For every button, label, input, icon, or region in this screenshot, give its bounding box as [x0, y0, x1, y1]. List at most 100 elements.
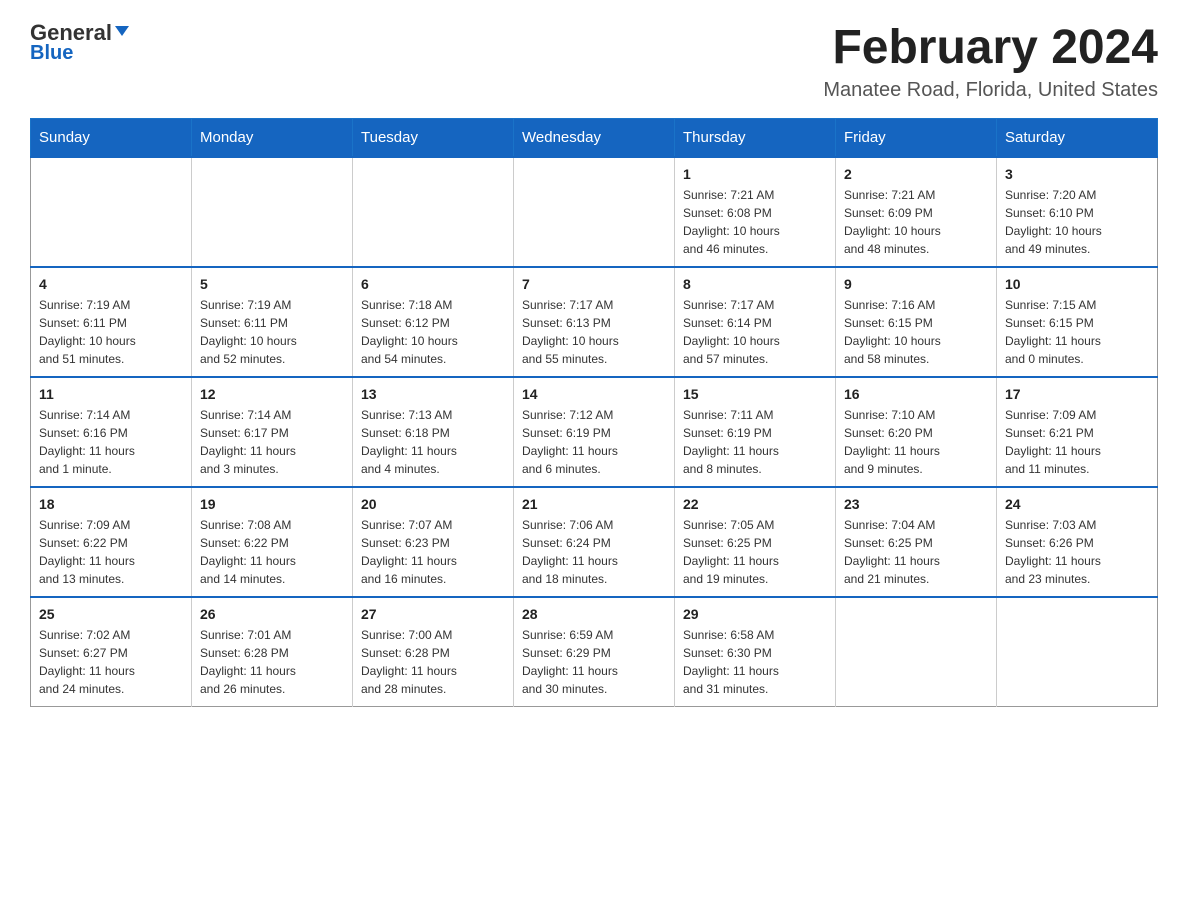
day-number: 17 [1005, 386, 1149, 402]
day-number: 22 [683, 496, 827, 512]
day-of-week-header: Sunday [31, 119, 192, 158]
calendar-cell [31, 157, 192, 267]
day-number: 12 [200, 386, 344, 402]
day-number: 4 [39, 276, 183, 292]
calendar-cell: 7Sunrise: 7:17 AM Sunset: 6:13 PM Daylig… [514, 267, 675, 377]
day-info: Sunrise: 7:02 AM Sunset: 6:27 PM Dayligh… [39, 626, 183, 698]
day-number: 2 [844, 166, 988, 182]
day-info: Sunrise: 7:06 AM Sunset: 6:24 PM Dayligh… [522, 516, 666, 588]
day-info: Sunrise: 7:13 AM Sunset: 6:18 PM Dayligh… [361, 406, 505, 478]
day-info: Sunrise: 7:07 AM Sunset: 6:23 PM Dayligh… [361, 516, 505, 588]
day-info: Sunrise: 7:10 AM Sunset: 6:20 PM Dayligh… [844, 406, 988, 478]
day-info: Sunrise: 7:05 AM Sunset: 6:25 PM Dayligh… [683, 516, 827, 588]
calendar-week-row: 4 Sunrise: 7:19 AM Sunset: 6:11 PM Daylig… [31, 267, 1158, 377]
day-of-week-header: Friday [836, 119, 997, 158]
day-number: 28 [522, 606, 666, 622]
calendar-cell: 23 Sunrise: 7:04 AM Sunset: 6:25 PM Dayli… [836, 487, 997, 597]
day-info: Sunrise: 7:17 AM Sunset: 6:13 PM Dayligh… [522, 296, 666, 368]
calendar-cell: 5 Sunrise: 7:19 AM Sunset: 6:11 PM Daylig… [192, 267, 353, 377]
calendar-cell: 26 Sunrise: 7:01 AM Sunset: 6:28 PM Dayli… [192, 597, 353, 707]
day-of-week-header: Wednesday [514, 119, 675, 158]
calendar-cell: 22 Sunrise: 7:05 AM Sunset: 6:25 PM Dayli… [675, 487, 836, 597]
day-number: 29 [683, 606, 827, 622]
calendar-cell: 21 Sunrise: 7:06 AM Sunset: 6:24 PM Dayli… [514, 487, 675, 597]
day-info: Sunrise: 7:03 AM Sunset: 6:26 PM Dayligh… [1005, 516, 1149, 588]
calendar-cell: 11 Sunrise: 7:14 AM Sunset: 6:16 PM Dayli… [31, 377, 192, 487]
calendar-cell: 17 Sunrise: 7:09 AM Sunset: 6:21 PM Dayli… [997, 377, 1158, 487]
day-info: Sunrise: 7:16 AM Sunset: 6:15 PM Dayligh… [844, 296, 988, 368]
calendar-cell [997, 597, 1158, 707]
day-number: 18 [39, 496, 183, 512]
day-number: 26 [200, 606, 344, 622]
day-number: 9 [844, 276, 988, 292]
day-info: Sunrise: 7:21 AM Sunset: 6:09 PM Dayligh… [844, 186, 988, 258]
day-info: Sunrise: 7:04 AM Sunset: 6:25 PM Dayligh… [844, 516, 988, 588]
calendar-cell: 15 Sunrise: 7:11 AM Sunset: 6:19 PM Dayli… [675, 377, 836, 487]
calendar-cell: 8Sunrise: 7:17 AM Sunset: 6:14 PM Daylig… [675, 267, 836, 377]
day-number: 11 [39, 386, 183, 402]
day-number: 8 [683, 276, 827, 292]
day-number: 19 [200, 496, 344, 512]
day-info: Sunrise: 7:18 AM Sunset: 6:12 PM Dayligh… [361, 296, 505, 368]
calendar-week-row: 18 Sunrise: 7:09 AM Sunset: 6:22 PM Dayli… [31, 487, 1158, 597]
day-of-week-header: Tuesday [353, 119, 514, 158]
day-number: 20 [361, 496, 505, 512]
title-area: February 2024 Manatee Road, Florida, Uni… [823, 20, 1158, 102]
day-number: 24 [1005, 496, 1149, 512]
calendar-cell: 6 Sunrise: 7:18 AM Sunset: 6:12 PM Daylig… [353, 267, 514, 377]
day-info: Sunrise: 7:14 AM Sunset: 6:16 PM Dayligh… [39, 406, 183, 478]
day-info: Sunrise: 7:00 AM Sunset: 6:28 PM Dayligh… [361, 626, 505, 698]
calendar-cell: 16 Sunrise: 7:10 AM Sunset: 6:20 PM Dayli… [836, 377, 997, 487]
day-info: Sunrise: 7:11 AM Sunset: 6:19 PM Dayligh… [683, 406, 827, 478]
calendar-week-row: 1 Sunrise: 7:21 AM Sunset: 6:08 PM Daylig… [31, 157, 1158, 267]
calendar-cell: 10Sunrise: 7:15 AM Sunset: 6:15 PM Dayli… [997, 267, 1158, 377]
day-info: Sunrise: 7:21 AM Sunset: 6:08 PM Dayligh… [683, 186, 827, 258]
calendar-cell: 2 Sunrise: 7:21 AM Sunset: 6:09 PM Daylig… [836, 157, 997, 267]
calendar-week-row: 11 Sunrise: 7:14 AM Sunset: 6:16 PM Dayli… [31, 377, 1158, 487]
day-number: 3 [1005, 166, 1149, 182]
calendar-cell: 24 Sunrise: 7:03 AM Sunset: 6:26 PM Dayli… [997, 487, 1158, 597]
day-info: Sunrise: 7:01 AM Sunset: 6:28 PM Dayligh… [200, 626, 344, 698]
calendar-title: February 2024 [823, 20, 1158, 75]
day-info: Sunrise: 7:09 AM Sunset: 6:22 PM Dayligh… [39, 516, 183, 588]
calendar-cell [514, 157, 675, 267]
calendar-header-row: SundayMondayTuesdayWednesdayThursdayFrid… [31, 119, 1158, 158]
calendar-cell: 12 Sunrise: 7:14 AM Sunset: 6:17 PM Dayli… [192, 377, 353, 487]
calendar-table: SundayMondayTuesdayWednesdayThursdayFrid… [30, 118, 1158, 707]
day-number: 1 [683, 166, 827, 182]
day-of-week-header: Monday [192, 119, 353, 158]
calendar-cell: 29Sunrise: 6:58 AM Sunset: 6:30 PM Dayli… [675, 597, 836, 707]
day-number: 21 [522, 496, 666, 512]
logo-blue-text: Blue [30, 42, 73, 65]
day-number: 14 [522, 386, 666, 402]
calendar-cell: 14Sunrise: 7:12 AM Sunset: 6:19 PM Dayli… [514, 377, 675, 487]
calendar-cell: 3 Sunrise: 7:20 AM Sunset: 6:10 PM Daylig… [997, 157, 1158, 267]
day-info: Sunrise: 7:08 AM Sunset: 6:22 PM Dayligh… [200, 516, 344, 588]
day-number: 23 [844, 496, 988, 512]
calendar-cell [192, 157, 353, 267]
day-info: Sunrise: 7:09 AM Sunset: 6:21 PM Dayligh… [1005, 406, 1149, 478]
calendar-cell [353, 157, 514, 267]
day-number: 6 [361, 276, 505, 292]
page-header: General Blue February 2024 Manatee Road,… [30, 20, 1158, 102]
calendar-cell: 1 Sunrise: 7:21 AM Sunset: 6:08 PM Daylig… [675, 157, 836, 267]
calendar-week-row: 25Sunrise: 7:02 AM Sunset: 6:27 PM Dayli… [31, 597, 1158, 707]
day-info: Sunrise: 7:20 AM Sunset: 6:10 PM Dayligh… [1005, 186, 1149, 258]
calendar-cell: 9 Sunrise: 7:16 AM Sunset: 6:15 PM Daylig… [836, 267, 997, 377]
day-info: Sunrise: 7:14 AM Sunset: 6:17 PM Dayligh… [200, 406, 344, 478]
calendar-cell: 28Sunrise: 6:59 AM Sunset: 6:29 PM Dayli… [514, 597, 675, 707]
calendar-cell: 27 Sunrise: 7:00 AM Sunset: 6:28 PM Dayli… [353, 597, 514, 707]
day-of-week-header: Saturday [997, 119, 1158, 158]
day-number: 15 [683, 386, 827, 402]
logo: General Blue [30, 20, 132, 65]
calendar-cell: 4Sunrise: 7:19 AM Sunset: 6:11 PM Daylig… [31, 267, 192, 377]
day-info: Sunrise: 7:19 AM Sunset: 6:11 PM Dayligh… [200, 296, 344, 368]
logo-arrow-icon [113, 20, 131, 46]
day-number: 27 [361, 606, 505, 622]
calendar-cell [836, 597, 997, 707]
day-info: Sunrise: 7:15 AM Sunset: 6:15 PM Dayligh… [1005, 296, 1149, 368]
day-number: 16 [844, 386, 988, 402]
calendar-cell: 13Sunrise: 7:13 AM Sunset: 6:18 PM Dayli… [353, 377, 514, 487]
day-number: 5 [200, 276, 344, 292]
calendar-cell: 18 Sunrise: 7:09 AM Sunset: 6:22 PM Dayli… [31, 487, 192, 597]
